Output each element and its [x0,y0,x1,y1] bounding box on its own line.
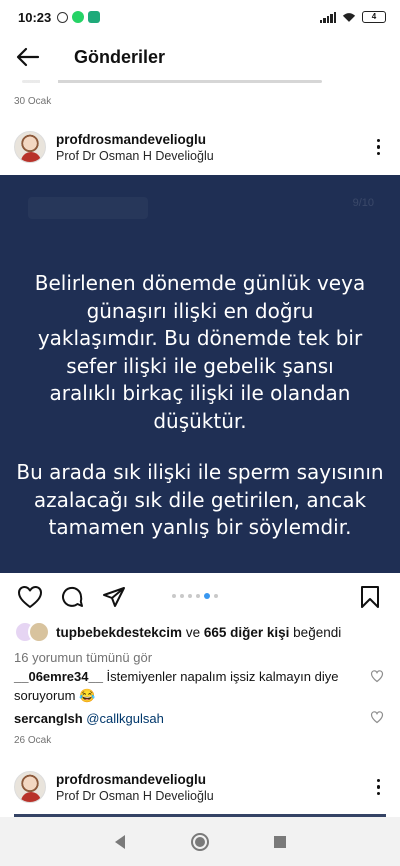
app-notification-icon [88,11,101,23]
system-back-button[interactable] [108,830,132,854]
circle-home-icon [191,832,209,851]
carousel-dot [180,594,184,598]
comment-like-icon[interactable] [370,710,384,724]
share-button[interactable] [100,583,128,611]
post-paragraph-2: Bu arada sık ilişki ile sperm sayısının … [16,460,384,539]
carousel-dot [214,594,218,598]
status-time: 10:23 [18,9,52,25]
username[interactable]: profdrosmandevelioglu [56,772,214,787]
post-date: 26 Ocak [14,735,52,746]
arrow-left-icon [16,47,40,67]
status-bar: 10:23 4 [0,0,400,34]
signal-icon [319,11,336,23]
likes-suffix: beğendi [293,624,342,640]
more-vertical-icon [376,778,380,783]
carousel-dot [204,593,210,599]
battery-icon: 4 [362,11,386,23]
comment-username[interactable]: __06emre34__ [14,669,103,684]
carousel-dot [172,594,176,598]
post-author: profdrosmandevelioglu Prof Dr Osman H De… [56,132,214,163]
whatsapp-icon [72,11,85,23]
system-recents-button[interactable] [268,830,292,854]
wifi-icon [342,12,356,22]
username[interactable]: profdrosmandevelioglu [56,132,214,147]
next-post-header: profdrosmandevelioglu Prof Dr Osman H De… [0,764,400,810]
square-recents-icon [274,835,286,848]
page-title: Gönderiler [74,46,166,67]
triangle-back-icon [115,834,125,849]
status-right: 4 [319,11,386,23]
more-options-button[interactable] [371,775,387,800]
like-button[interactable] [16,583,44,611]
comment-icon [62,586,83,607]
post-actions [0,580,400,614]
carousel-indicator [172,593,218,599]
comment-button[interactable] [58,583,86,611]
notification-icons [57,11,101,23]
likes-connector: ve [185,624,201,640]
post-image[interactable]: 9/10 Belirlenen dönemde günlük veya güna… [0,175,400,573]
carousel-dot [188,594,192,598]
save-button[interactable] [356,583,384,611]
post-paragraph-1: Belirlenen dönemde günlük veya günaşırı … [34,271,366,433]
view-all-comments-link[interactable]: 16 yorumun tümünü gör [14,650,152,665]
comment: __06emre34__ İstemiyenler napalım işsiz … [14,667,364,705]
likes-text: tupbebekdestekcim ve 665 diğer kişi beğe… [56,625,341,640]
likes-others[interactable]: 665 diğer kişi [204,625,290,640]
battery-level: 4 [371,12,377,21]
comment-like-icon[interactable] [370,669,384,683]
author-full-name: Prof Dr Osman H Develioğlu [56,148,214,163]
watermark [28,197,148,219]
bookmark-icon [361,586,379,608]
post-text: Belirlenen dönemde günlük veya günaşırı … [0,270,400,542]
liker-username[interactable]: tupbebekdestekcim [56,625,182,640]
likes-summary[interactable]: tupbebekdestekcim ve 665 diğer kişi beğe… [14,621,341,643]
author-full-name: Prof Dr Osman H Develioğlu [56,788,214,803]
avatar[interactable] [14,771,46,803]
system-home-button[interactable] [188,830,212,854]
paper-plane-icon [103,587,125,607]
heart-icon [18,586,42,608]
post-header: profdrosmandevelioglu Prof Dr Osman H De… [0,124,400,170]
comment: sercanglsh @callkgulsah [14,709,364,728]
previous-post-date: 30 Ocak [14,96,52,107]
more-vertical-icon [376,138,380,143]
post-author: profdrosmandevelioglu Prof Dr Osman H De… [56,772,214,803]
carousel-dot [196,594,200,598]
comment-mention[interactable]: @callkgulsah [86,711,164,726]
more-options-button[interactable] [371,135,387,160]
page-indicator: 9/10 [352,197,374,209]
do-not-disturb-icon [57,11,69,23]
previous-post-remnant [14,80,386,88]
avatar[interactable] [14,131,46,163]
app-header: Gönderiler [0,34,400,80]
comment-username[interactable]: sercanglsh [14,711,83,726]
back-button[interactable] [14,43,42,71]
liker-avatar [28,621,50,643]
system-nav-bar [0,817,400,866]
